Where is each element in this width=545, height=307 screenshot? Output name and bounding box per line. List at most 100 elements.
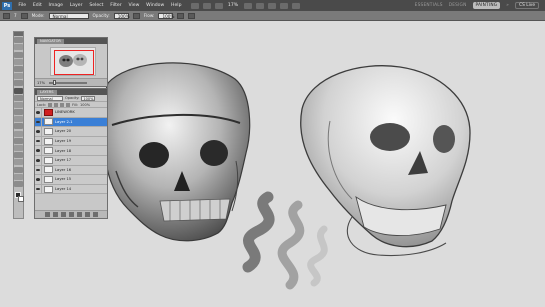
mode-select[interactable]: Normal xyxy=(48,12,89,19)
visibility-eye-icon[interactable] xyxy=(35,117,42,127)
crop-tool-icon[interactable] xyxy=(14,65,23,72)
workspace-more[interactable]: » xyxy=(506,3,509,8)
layer-name[interactable]: Layer 2-1 xyxy=(55,120,72,124)
clone-stamp-tool-icon[interactable] xyxy=(14,94,23,101)
layer-row[interactable]: Layer 19 xyxy=(35,136,107,147)
eraser-tool-icon[interactable] xyxy=(14,109,23,116)
shape-tool-icon[interactable] xyxy=(14,159,23,166)
menu-window[interactable]: Window xyxy=(143,3,168,8)
tools-panel-grip[interactable] xyxy=(14,32,23,36)
layer-opacity-field[interactable]: 100% xyxy=(81,95,96,101)
pen-tool-icon[interactable] xyxy=(14,137,23,144)
visibility-eye-icon[interactable] xyxy=(35,175,42,184)
bridge-icon[interactable] xyxy=(190,2,199,9)
screen-mode-icon[interactable] xyxy=(292,2,301,9)
layer-name[interactable]: Layer 16 xyxy=(55,168,71,172)
menu-file[interactable]: File xyxy=(15,3,29,8)
adjustment-layer-icon[interactable] xyxy=(68,212,74,217)
delete-layer-icon[interactable] xyxy=(92,212,98,217)
visibility-eye-icon[interactable] xyxy=(35,184,42,194)
layer-row[interactable]: Layer 18 xyxy=(35,146,107,156)
lock-transparent-icon[interactable] xyxy=(48,102,53,107)
new-layer-icon[interactable] xyxy=(84,212,90,217)
layer-row[interactable]: Layer 20 xyxy=(35,127,107,137)
visibility-eye-icon[interactable] xyxy=(35,136,42,146)
add-mask-icon[interactable] xyxy=(60,212,66,217)
move-tool-icon[interactable] xyxy=(14,37,23,44)
flow-field[interactable]: 100% xyxy=(158,12,174,19)
layer-row[interactable]: Layer 17 xyxy=(35,155,107,166)
lock-all-icon[interactable] xyxy=(66,102,71,107)
3d-rotate-tool-icon[interactable] xyxy=(14,166,23,173)
rotate-view-icon[interactable] xyxy=(268,2,277,9)
link-layers-icon[interactable] xyxy=(44,212,50,217)
visibility-eye-icon[interactable] xyxy=(35,146,42,155)
menu-edit[interactable]: Edit xyxy=(29,3,45,8)
lock-position-icon[interactable] xyxy=(60,102,65,107)
opacity-field[interactable]: 100% xyxy=(113,12,130,19)
navigator-tab[interactable]: NAVIGATOR xyxy=(37,38,64,44)
path-selection-tool-icon[interactable] xyxy=(14,152,23,159)
menu-image[interactable]: Image xyxy=(45,3,66,8)
layer-row[interactable]: Layer 15 xyxy=(35,175,107,185)
layer-row[interactable]: Layer 14 xyxy=(35,184,107,195)
layer-name[interactable]: LINEWORK xyxy=(55,110,75,114)
healing-brush-tool-icon[interactable] xyxy=(14,80,23,87)
navigator-view-frame[interactable] xyxy=(54,50,94,75)
menu-filter[interactable]: Filter xyxy=(107,3,125,8)
blur-tool-icon[interactable] xyxy=(14,123,23,130)
layer-name[interactable]: Layer 15 xyxy=(55,177,71,181)
navigator-thumbnail[interactable] xyxy=(50,47,96,76)
navigator-zoom-value[interactable]: 17% xyxy=(37,81,45,85)
marquee-tool-icon[interactable] xyxy=(14,44,23,51)
workspace-design[interactable]: DESIGN xyxy=(449,3,467,8)
layer-style-icon[interactable] xyxy=(52,212,58,217)
visibility-eye-icon[interactable] xyxy=(35,127,42,136)
pressure-size-icon[interactable] xyxy=(188,12,196,19)
navigator-header[interactable]: NAVIGATOR xyxy=(35,38,107,44)
brush-size-value[interactable]: 7 xyxy=(14,13,17,18)
menu-help[interactable]: Help xyxy=(168,3,185,8)
visibility-eye-icon[interactable] xyxy=(35,165,42,175)
background-color-swatch[interactable] xyxy=(18,196,24,202)
hand-tool-icon[interactable] xyxy=(244,2,253,9)
dodge-tool-icon[interactable] xyxy=(14,130,23,137)
layers-tab[interactable]: LAYERS xyxy=(37,89,57,95)
type-tool-icon[interactable] xyxy=(14,145,23,151)
brush-panel-toggle-icon[interactable] xyxy=(20,12,28,19)
workspace-essentials[interactable]: ESSENTIALS xyxy=(415,3,443,8)
mini-bridge-icon[interactable] xyxy=(202,2,211,9)
cs-live-button[interactable]: CS Live xyxy=(515,2,539,9)
history-brush-tool-icon[interactable] xyxy=(14,101,23,108)
navigator-zoom-knob[interactable] xyxy=(53,79,56,85)
quick-select-tool-icon[interactable] xyxy=(14,58,23,65)
menu-view[interactable]: View xyxy=(125,3,143,8)
hand-tool-icon-panel[interactable] xyxy=(14,173,23,180)
eyedropper-tool-icon[interactable] xyxy=(14,73,23,80)
extras-icon[interactable] xyxy=(214,2,223,9)
workspace-painting[interactable]: PAINTING xyxy=(472,2,501,9)
layer-name[interactable]: Layer 17 xyxy=(55,158,71,162)
menu-layer[interactable]: Layer xyxy=(66,3,86,8)
layer-row[interactable]: Layer 2-1 xyxy=(35,117,107,128)
blend-mode-select[interactable]: Normal xyxy=(37,95,63,101)
layer-row[interactable]: Layer 16 xyxy=(35,165,107,176)
zoom-tool-icon[interactable] xyxy=(256,2,265,9)
navigator-zoom-slider[interactable] xyxy=(49,79,87,85)
brush-tool-icon[interactable] xyxy=(14,87,23,94)
new-group-icon[interactable] xyxy=(76,212,82,217)
pressure-opacity-icon[interactable] xyxy=(132,12,140,19)
menu-select[interactable]: Select xyxy=(86,3,107,8)
airbrush-icon[interactable] xyxy=(177,12,185,19)
lock-image-icon[interactable] xyxy=(54,102,59,107)
arrange-documents-icon[interactable] xyxy=(280,2,289,9)
layer-name[interactable]: Layer 19 xyxy=(55,139,71,143)
fill-field[interactable]: 100% xyxy=(80,103,90,107)
layer-name[interactable]: Layer 20 xyxy=(55,129,71,133)
zoom-tool-icon-panel[interactable] xyxy=(14,180,23,187)
gradient-tool-icon[interactable] xyxy=(14,116,23,123)
visibility-eye-icon[interactable] xyxy=(35,155,42,165)
layer-name[interactable]: Layer 14 xyxy=(55,187,71,191)
brush-tool-preset-icon[interactable] xyxy=(3,12,10,19)
layer-row[interactable]: LINEWORK xyxy=(35,108,107,118)
